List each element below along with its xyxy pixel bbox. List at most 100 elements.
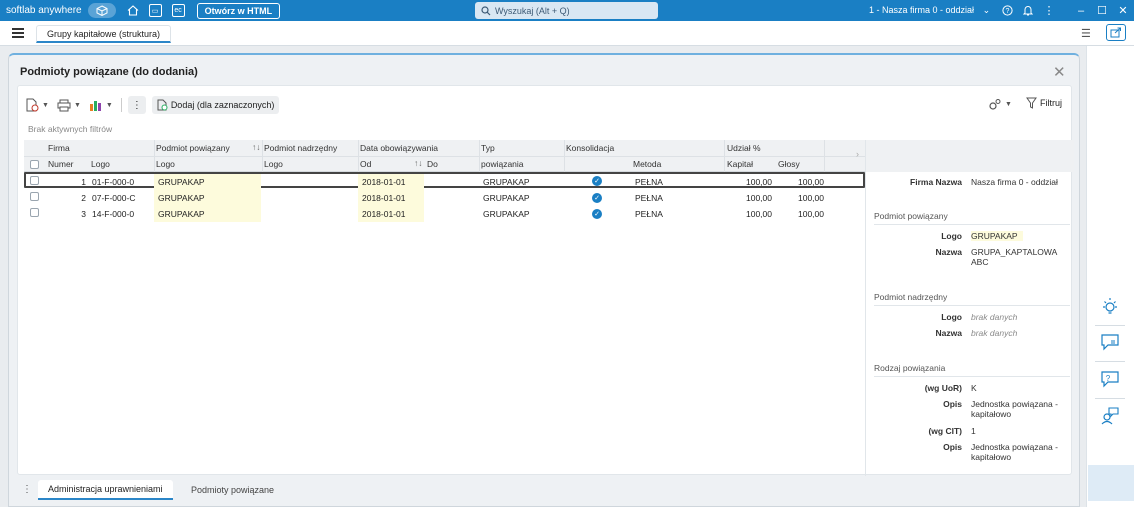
tab-label: Grupy kapitałowe (struktura) xyxy=(47,28,161,39)
tab-administracja-uprawnieniami[interactable]: Administracja uprawnieniami xyxy=(38,480,173,500)
header-glosy[interactable]: Głosy xyxy=(778,159,800,169)
chevron-down-icon: ▼ xyxy=(42,101,49,109)
filter-label: Filtruj xyxy=(1040,98,1062,108)
cube-icon[interactable] xyxy=(87,3,116,18)
support-agent-icon[interactable] xyxy=(1098,404,1122,428)
printer-icon xyxy=(57,99,71,111)
row-checkbox[interactable] xyxy=(30,192,39,201)
chart-button[interactable]: ▼ xyxy=(89,99,113,111)
grid-body: 1 01-F-000-0 GRUPAKAP 2018-01-01 GRUPAKA… xyxy=(24,172,865,232)
share-icon[interactable] xyxy=(1106,24,1126,41)
cell-pp-logo: GRUPAKAP xyxy=(158,193,205,203)
filter-button[interactable]: Filtruj xyxy=(1026,97,1062,109)
cell-typ: GRUPAKAP xyxy=(483,209,530,219)
firma-nazwa-value: Nasza firma 0 - oddział xyxy=(971,177,1058,187)
company-selector[interactable]: 1 - Nasza firma 0 - oddział ⌄ xyxy=(869,5,990,16)
uor-value: K xyxy=(971,383,977,393)
pn-nazwa-value: brak danych xyxy=(971,328,1018,338)
header-firma-logo[interactable]: Logo xyxy=(91,159,110,169)
header-podmiot-nadrzedny[interactable]: Podmiot nadrzędny xyxy=(264,143,337,153)
print-button[interactable]: ▼ xyxy=(57,99,81,112)
add-selected-button[interactable]: Dodaj (dla zaznaczonych) xyxy=(151,96,280,114)
chevron-down-icon: ▼ xyxy=(1005,101,1012,108)
sort-icon[interactable]: ↑↓ xyxy=(252,142,261,152)
header-pn-logo[interactable]: Logo xyxy=(264,159,283,169)
table-row[interactable]: 3 14-F-000-0 GRUPAKAP 2018-01-01 GRUPAKA… xyxy=(24,206,865,222)
company-label: 1 - Nasza firma 0 - oddział xyxy=(869,5,975,15)
chevron-right-icon[interactable]: › xyxy=(856,149,859,159)
hamburger-menu-icon[interactable] xyxy=(12,28,24,38)
pp-nazwa-label: Nazwa xyxy=(935,247,962,257)
pn-logo-label: Logo xyxy=(941,312,962,322)
chevron-down-icon: ⌄ xyxy=(982,5,991,15)
tab-strip: Grupy kapitałowe (struktura) ☰ xyxy=(0,21,1134,46)
minimize-icon[interactable]: – xyxy=(1074,3,1088,18)
sort-icon[interactable]: ↑↓ xyxy=(414,158,423,168)
select-all-checkbox[interactable] xyxy=(30,160,39,169)
cell-glosy: 100,00 xyxy=(798,177,824,187)
opis1-value: Jednostka powiązana - kapitałowo xyxy=(971,399,1058,419)
opis2-value: Jednostka powiązana - kapitałowo xyxy=(971,442,1058,462)
tab-grupy-kapitalowe[interactable]: Grupy kapitałowe (struktura) xyxy=(36,25,172,43)
bell-icon[interactable] xyxy=(1021,3,1035,18)
header-kapital[interactable]: Kapitał xyxy=(727,159,753,169)
cell-numer: 3 xyxy=(81,209,86,219)
chat-icon[interactable] xyxy=(1098,330,1122,354)
home-icon[interactable] xyxy=(127,5,139,16)
pn-logo-value: brak danych xyxy=(971,312,1018,322)
more-options-button[interactable]: ⋮ xyxy=(127,96,146,114)
header-od[interactable]: Od xyxy=(360,159,371,169)
lightbulb-icon[interactable] xyxy=(1098,294,1122,318)
header-numer[interactable]: Numer xyxy=(48,159,74,169)
cell-metoda: PEŁNA xyxy=(635,209,663,219)
row-checkbox[interactable] xyxy=(30,208,39,217)
header-firma[interactable]: Firma xyxy=(48,143,70,153)
cell-metoda: PEŁNA xyxy=(635,177,663,187)
add-document-icon xyxy=(157,99,168,111)
svg-text:?: ? xyxy=(1106,374,1111,383)
tab-podmioty-powiazane[interactable]: Podmioty powiązane xyxy=(191,485,274,495)
cell-kapital: 100,00 xyxy=(746,193,772,203)
header-powiazania[interactable]: powiązania xyxy=(481,159,524,169)
header-typ[interactable]: Typ xyxy=(481,143,495,153)
right-side-panel: ? xyxy=(1086,46,1134,507)
ec-icon[interactable]: ec xyxy=(171,4,185,17)
cell-od: 2018-01-01 xyxy=(362,209,406,219)
header-pp-logo[interactable]: Logo xyxy=(156,159,175,169)
cell-firma-logo: 07-F-000-C xyxy=(92,193,136,203)
more-options-icon[interactable]: ⋮ xyxy=(22,484,32,495)
maximize-icon[interactable]: ☐ xyxy=(1095,3,1109,18)
cell-kapital: 100,00 xyxy=(746,177,772,187)
global-search-input[interactable]: Wyszukaj (Alt + Q) xyxy=(475,2,658,19)
cell-typ: GRUPAKAP xyxy=(483,193,530,203)
add-selected-label: Dodaj (dla zaznaczonych) xyxy=(170,100,275,110)
help-icon[interactable]: ? xyxy=(1000,3,1014,18)
screen-icon[interactable]: ▭ xyxy=(148,4,162,17)
new-document-button[interactable]: ▼ xyxy=(26,98,49,112)
table-row[interactable]: 2 07-F-000-C GRUPAKAP 2018-01-01 GRUPAKA… xyxy=(24,190,865,206)
row-checkbox[interactable] xyxy=(30,176,39,185)
close-icon[interactable]: ✕ xyxy=(1116,3,1130,18)
header-metoda[interactable]: Metoda xyxy=(633,159,661,169)
search-icon xyxy=(481,5,491,15)
tree-list-icon[interactable]: ☰ xyxy=(1081,27,1091,40)
cell-metoda: PEŁNA xyxy=(635,193,663,203)
header-data-obowiazywania[interactable]: Data obowiązywania xyxy=(360,143,438,153)
cell-glosy: 100,00 xyxy=(798,209,824,219)
pp-nazwa-value: GRUPA_KAPTALOWA ABC xyxy=(971,247,1057,267)
cell-typ: GRUPAKAP xyxy=(483,177,530,187)
firma-nazwa-label: Firma Nazwa xyxy=(910,177,962,187)
uor-label: (wg UoR) xyxy=(924,383,962,393)
header-do[interactable]: Do xyxy=(427,159,438,169)
header-udzial[interactable]: Udział % xyxy=(727,143,761,153)
search-placeholder: Wyszukaj (Alt + Q) xyxy=(495,5,570,16)
header-konsolidacja[interactable]: Konsolidacja xyxy=(566,143,614,153)
settings-button[interactable]: ▼ xyxy=(988,98,1012,111)
close-icon[interactable]: ✕ xyxy=(1053,63,1066,81)
table-row[interactable]: 1 01-F-000-0 GRUPAKAP 2018-01-01 GRUPAKA… xyxy=(24,172,865,190)
more-icon[interactable]: ⋮ xyxy=(1042,3,1056,18)
side-panel-bottom xyxy=(1088,465,1134,501)
header-podmiot-powiazany[interactable]: Podmiot powiązany xyxy=(156,143,230,153)
help-chat-icon[interactable]: ? xyxy=(1098,367,1122,391)
open-html-button[interactable]: Otwórz w HTML xyxy=(196,2,281,19)
